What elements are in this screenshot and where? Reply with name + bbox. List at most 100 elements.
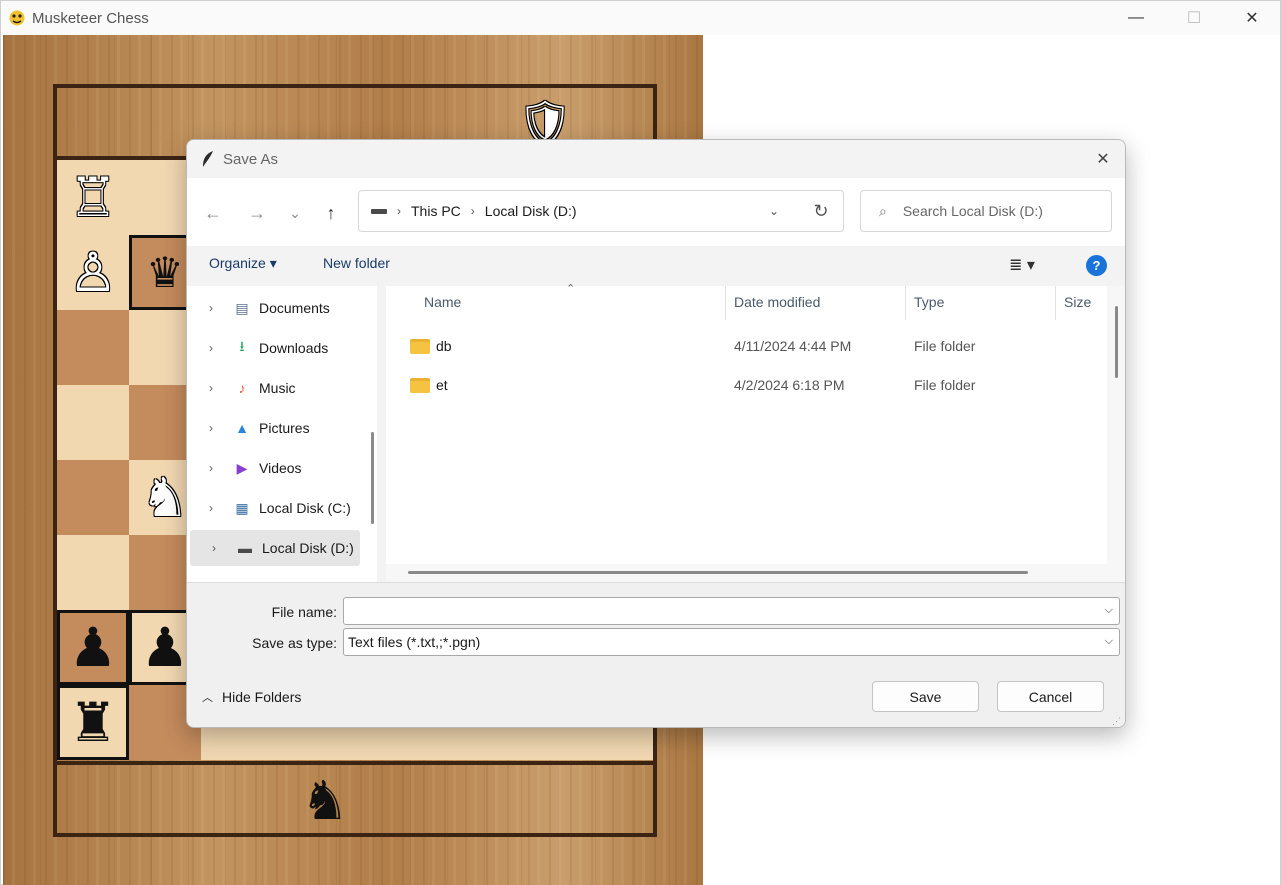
square-a1[interactable]: ♜ — [57, 685, 129, 760]
scrollbar-thumb[interactable] — [1115, 306, 1118, 378]
file-type: File folder — [914, 377, 976, 393]
file-name-input[interactable] — [348, 599, 1088, 623]
white-pawn-piece: ♙ — [68, 240, 118, 304]
file-list-horizontal-scrollbar[interactable] — [386, 564, 1107, 582]
nav-item-music[interactable]: › ♪ Music — [187, 370, 363, 406]
dialog-close-button[interactable]: ✕ — [1089, 145, 1117, 173]
address-dropdown-button[interactable]: ⌄ — [760, 191, 788, 231]
save-as-type-value: Text files (*.txt,;*.pgn) — [348, 634, 481, 650]
nav-item-local-disk-e[interactable]: ›▬Local Disk (E:) — [187, 570, 363, 582]
chevron-right-icon: › — [397, 204, 401, 218]
view-options-button[interactable]: ≣ ▾ — [1009, 255, 1035, 275]
hide-folders-toggle[interactable]: ︿ Hide Folders — [202, 689, 301, 705]
breadcrumb-this-pc[interactable]: This PC — [411, 203, 461, 219]
chevron-right-icon[interactable]: › — [209, 301, 221, 315]
save-as-type-select[interactable]: Text files (*.txt,;*.pgn) ⌵ — [343, 628, 1120, 656]
column-header-date-modified[interactable]: Date modified — [734, 294, 820, 310]
black-cannon-piece: ♛ — [146, 247, 184, 297]
folder-icon — [410, 339, 430, 354]
scrollbar-thumb[interactable] — [371, 432, 374, 524]
white-rook-piece: ♖ — [68, 165, 118, 229]
nav-item-label: Local Disk (D:) — [262, 540, 354, 556]
chevron-right-icon[interactable]: › — [209, 421, 221, 435]
chevron-right-icon[interactable]: › — [209, 501, 221, 515]
maximize-button[interactable]: ☐ — [1165, 1, 1223, 35]
dialog-title: Save As — [223, 150, 279, 168]
chevron-right-icon[interactable]: › — [209, 381, 221, 395]
square-a3[interactable] — [57, 535, 129, 610]
refresh-button[interactable]: ↻ — [806, 191, 836, 231]
column-divider[interactable] — [1055, 286, 1056, 320]
nav-item-downloads[interactable]: › ⭳ Downloads — [187, 330, 363, 366]
nav-item-documents[interactable]: › ▤ Documents — [187, 290, 363, 326]
help-button[interactable]: ? — [1086, 255, 1107, 276]
navigation-pane-scrollbar[interactable] — [370, 286, 374, 576]
nav-item-label: Videos — [259, 460, 302, 476]
resize-grip-icon[interactable]: ⋰ — [1112, 716, 1122, 726]
close-window-button[interactable]: ✕ — [1223, 1, 1281, 35]
sort-ascending-icon: ⌃ — [566, 283, 576, 295]
bottom-reserve-row: ♞ — [57, 761, 653, 833]
organize-menu-button[interactable]: Organize ▾ — [209, 255, 277, 272]
dialog-title-bar: Save As ✕ — [187, 140, 1125, 178]
nav-item-videos[interactable]: › ▶ Videos — [187, 450, 363, 486]
square-a2[interactable]: ♟ — [57, 610, 129, 685]
file-row[interactable]: db 4/11/2024 4:44 PM File folder — [386, 328, 1101, 364]
close-icon: ✕ — [1096, 151, 1110, 168]
forward-button[interactable]: → — [244, 200, 270, 226]
file-date-modified: 4/11/2024 4:44 PM — [734, 338, 852, 354]
arrow-left-icon: ← — [204, 202, 222, 223]
chevron-down-icon[interactable]: ⌵ — [1105, 604, 1113, 617]
chevron-down-icon: ⌄ — [768, 204, 780, 218]
up-button[interactable]: ↑ — [318, 200, 344, 226]
file-name-combobox[interactable]: ⌵ — [343, 597, 1120, 625]
column-divider[interactable] — [725, 286, 726, 320]
title-bar: Musketeer Chess — ☐ ✕ — [1, 1, 1280, 35]
recent-locations-button[interactable]: ⌄ — [282, 200, 308, 226]
save-options-panel: File name: ⌵ Save as type: Text files (*… — [187, 582, 1125, 727]
nav-item-label: Music — [259, 380, 296, 396]
chevron-right-icon[interactable]: › — [212, 541, 224, 555]
command-bar: Organize ▾ New folder ≣ ▾ — [187, 246, 1125, 286]
square-a7[interactable]: ♙ — [57, 235, 129, 310]
column-divider[interactable] — [905, 286, 906, 320]
music-icon: ♪ — [238, 380, 246, 396]
chevron-up-icon: ︿ — [202, 692, 213, 704]
cancel-button[interactable]: Cancel — [997, 681, 1104, 712]
square-a4[interactable] — [57, 460, 129, 535]
search-box[interactable]: ⌕ — [860, 190, 1112, 232]
nav-item-label: Downloads — [259, 340, 329, 356]
address-bar[interactable]: › This PC › Local Disk (D:) ⌄ ↻ — [358, 190, 844, 232]
black-rook-piece: ♜ — [68, 690, 118, 754]
column-header-type[interactable]: Type — [914, 294, 944, 310]
navigation-pane: › ▤ Documents › ⭳ Downloads › ♪ Music › ▲ Pictures ›… — [187, 286, 377, 582]
python-snake-icon — [9, 10, 25, 26]
search-input[interactable] — [900, 202, 1081, 220]
drive-icon: ▬ — [238, 540, 252, 556]
nav-item-local-disk-d[interactable]: › ▬ Local Disk (D:) — [190, 530, 360, 566]
back-button[interactable]: ← — [200, 200, 226, 226]
new-folder-button[interactable]: New folder — [323, 255, 390, 271]
file-row[interactable]: et 4/2/2024 6:18 PM File folder — [386, 367, 1101, 403]
column-header-name[interactable]: Name — [424, 294, 461, 310]
column-header-size[interactable]: Size — [1064, 294, 1091, 310]
nav-item-label: Pictures — [259, 420, 310, 436]
nav-item-label: Documents — [259, 300, 330, 316]
file-list-vertical-scrollbar[interactable] — [1107, 286, 1125, 582]
file-name: db — [436, 338, 452, 354]
square-a8[interactable]: ♖ — [57, 160, 129, 235]
nav-item-pictures[interactable]: › ▲ Pictures — [187, 410, 363, 446]
square-a6[interactable] — [57, 310, 129, 385]
navigation-bar: ← → ⌄ ↑ › This PC › Local Disk (D:) ⌄ ↻ … — [187, 178, 1125, 246]
refresh-icon: ↻ — [813, 200, 829, 221]
scrollbar-thumb[interactable] — [408, 571, 1028, 574]
save-button[interactable]: Save — [872, 681, 979, 712]
breadcrumb-local-disk-d[interactable]: Local Disk (D:) — [485, 203, 577, 219]
chevron-right-icon[interactable]: › — [209, 341, 221, 355]
square-a5[interactable] — [57, 385, 129, 460]
save-as-dialog: Save As ✕ ← → ⌄ ↑ › This PC › Local Disk… — [186, 139, 1126, 728]
reserve-piece[interactable]: ♞ — [285, 765, 365, 837]
minimize-button[interactable]: — — [1107, 1, 1165, 35]
chevron-right-icon[interactable]: › — [209, 461, 221, 475]
nav-item-local-disk-c[interactable]: › ▦ Local Disk (C:) — [187, 490, 363, 526]
